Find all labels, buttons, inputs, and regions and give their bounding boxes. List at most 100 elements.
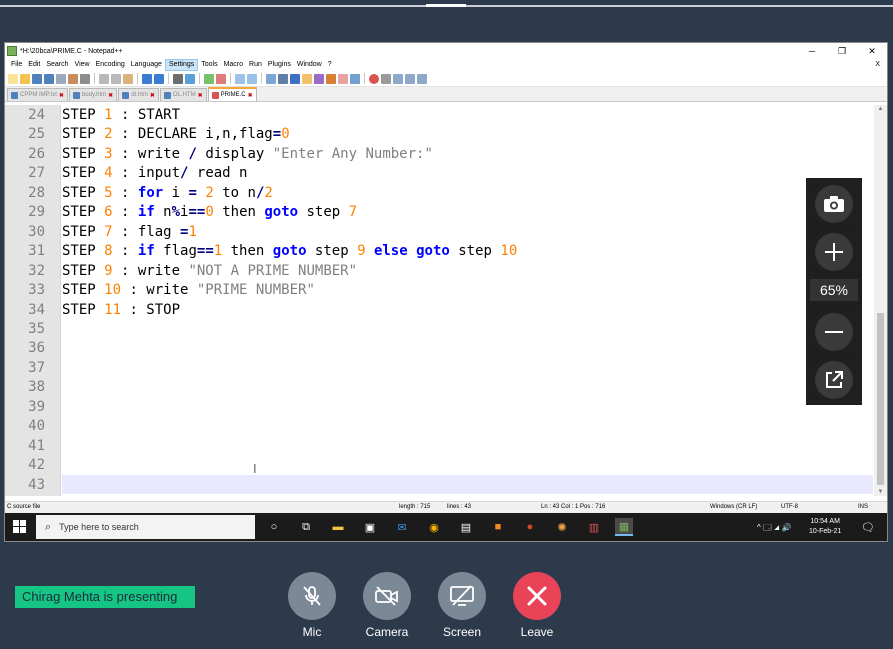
tab-close-icon[interactable]: ✖ <box>248 92 253 99</box>
app-orange-icon[interactable]: ■ <box>489 518 507 536</box>
line-number: 37 <box>28 360 45 376</box>
open-file-icon[interactable] <box>20 73 30 84</box>
close-all-icon[interactable] <box>68 73 78 84</box>
monitor-icon[interactable] <box>350 73 360 84</box>
taskbar-clock[interactable]: 10:54 AM 10-Feb-21 <box>809 517 841 537</box>
code-line-29: STEP 6 : if n%i==0 then goto step 7 <box>62 204 358 220</box>
zoom-in-editor-icon[interactable] <box>204 73 214 84</box>
task-view-icon[interactable]: ⧉ <box>297 518 315 536</box>
scroll-up-icon[interactable]: ▲ <box>874 106 887 112</box>
document-icon[interactable]: ▤ <box>457 518 475 536</box>
maximize-button[interactable]: ❐ <box>827 43 857 59</box>
tab-cppm-imp[interactable]: CPPM IMP.txt ✖ <box>7 88 68 101</box>
menu-window[interactable]: Window <box>294 59 325 71</box>
run-macro-multiple-icon[interactable] <box>405 73 415 84</box>
save-all-icon[interactable] <box>44 73 54 84</box>
menu-search[interactable]: Search <box>43 59 71 71</box>
tab-label: PRIME.C <box>220 92 246 98</box>
tab-close-icon[interactable]: ✖ <box>150 92 155 99</box>
find-icon[interactable] <box>173 73 183 84</box>
menu-plugins[interactable]: Plugins <box>265 59 294 71</box>
new-file-icon[interactable] <box>8 73 18 84</box>
cortana-icon[interactable]: ○ <box>265 518 283 536</box>
menu-help[interactable]: ? <box>325 59 335 71</box>
menu-encoding[interactable]: Encoding <box>93 59 128 71</box>
menu-macro[interactable]: Macro <box>221 59 246 71</box>
sync-scroll-icon[interactable] <box>235 73 245 84</box>
camera-label: Camera <box>365 625 409 639</box>
tab-close-icon[interactable]: ✖ <box>59 92 64 99</box>
tab-label: CPPM IMP.txt <box>20 92 57 98</box>
redo-icon[interactable] <box>154 73 164 84</box>
doc-map-icon[interactable] <box>314 73 324 84</box>
copy-icon[interactable] <box>111 73 121 84</box>
mic-button[interactable] <box>288 572 336 620</box>
vertical-scrollbar[interactable]: ▲ ▼ <box>874 105 887 496</box>
powerpoint-icon[interactable]: ● <box>521 518 539 536</box>
popout-button[interactable] <box>815 361 853 399</box>
zoom-out-editor-icon[interactable] <box>216 73 226 84</box>
taskbar-search[interactable]: ⌕ Type here to search <box>36 515 255 539</box>
current-line-highlight <box>62 475 873 494</box>
menu-edit[interactable]: Edit <box>25 59 43 71</box>
line-number: 42 <box>28 457 45 473</box>
replace-icon[interactable] <box>185 73 195 84</box>
menu-tools[interactable]: Tools <box>198 59 220 71</box>
stop-macro-icon[interactable] <box>381 73 391 84</box>
status-file-type: C source file <box>7 504 41 510</box>
windows-start-icon[interactable] <box>13 520 26 533</box>
cut-icon[interactable] <box>99 73 109 84</box>
screenshot-button[interactable] <box>815 185 853 223</box>
screen-share-button[interactable] <box>438 572 486 620</box>
leave-button[interactable] <box>513 572 561 620</box>
app-stack-icon[interactable]: ▥ <box>585 518 603 536</box>
close-document-button[interactable]: X <box>872 59 883 71</box>
menu-settings[interactable]: Settings <box>164 59 199 71</box>
minimize-button[interactable]: ─ <box>797 43 827 59</box>
menu-file[interactable]: File <box>8 59 25 71</box>
tab-close-icon[interactable]: ✖ <box>198 92 203 99</box>
indent-guide-icon[interactable] <box>290 73 300 84</box>
notepad-plus-plus-icon[interactable]: ▦ <box>615 518 633 536</box>
menu-view[interactable]: View <box>72 59 93 71</box>
menu-run[interactable]: Run <box>246 59 265 71</box>
save-icon[interactable] <box>32 73 42 84</box>
camera-button[interactable] <box>363 572 411 620</box>
system-tray-icons[interactable]: ^ 🗔 ◢ 🔊 <box>757 522 792 536</box>
file-icon <box>72 91 80 99</box>
drag-handle[interactable] <box>426 4 466 7</box>
record-macro-icon[interactable] <box>369 73 379 84</box>
language-icon[interactable] <box>302 73 312 84</box>
scroll-down-icon[interactable]: ▼ <box>874 489 887 495</box>
tab-body-htm[interactable]: body.htm ✖ <box>68 88 118 101</box>
mail-icon[interactable]: ✉ <box>393 518 411 536</box>
close-file-icon[interactable] <box>56 73 66 84</box>
show-all-chars-icon[interactable] <box>278 73 288 84</box>
print-icon[interactable] <box>80 73 90 84</box>
play-macro-icon[interactable] <box>393 73 403 84</box>
word-wrap-icon[interactable] <box>266 73 276 84</box>
folder-workspace-icon[interactable] <box>338 73 348 84</box>
function-list-icon[interactable] <box>326 73 336 84</box>
scrollbar-thumb[interactable] <box>877 313 884 485</box>
menu-bar: File Edit Search View Encoding Language … <box>5 59 887 71</box>
tab-ol-htm[interactable]: OL.HTM ✖ <box>159 88 207 101</box>
tab-dt-htm[interactable]: dt.htm ✖ <box>118 88 159 101</box>
code-editor[interactable]: 24 25 26 27 28 29 30 31 32 33 34 35 36 3… <box>5 105 887 496</box>
app-circle-icon[interactable]: ✺ <box>553 518 571 536</box>
store-icon[interactable]: ▣ <box>361 518 379 536</box>
paste-icon[interactable] <box>123 73 133 84</box>
sync-horizontal-icon[interactable] <box>247 73 257 84</box>
zoom-in-button[interactable] <box>815 233 853 271</box>
undo-icon[interactable] <box>142 73 152 84</box>
chrome-icon[interactable]: ◉ <box>425 518 443 536</box>
code-line-24: STEP 1 : START <box>62 107 181 123</box>
close-window-button[interactable]: ✕ <box>857 43 887 59</box>
zoom-out-button[interactable] <box>815 313 853 351</box>
save-macro-icon[interactable] <box>417 73 427 84</box>
file-explorer-icon[interactable]: ▬ <box>329 518 347 536</box>
tab-prime-c[interactable]: PRIME.C ✖ <box>207 87 257 101</box>
menu-language[interactable]: Language <box>128 59 165 71</box>
notification-icon[interactable]: 🗨 <box>861 521 875 534</box>
tab-close-icon[interactable]: ✖ <box>108 92 113 99</box>
